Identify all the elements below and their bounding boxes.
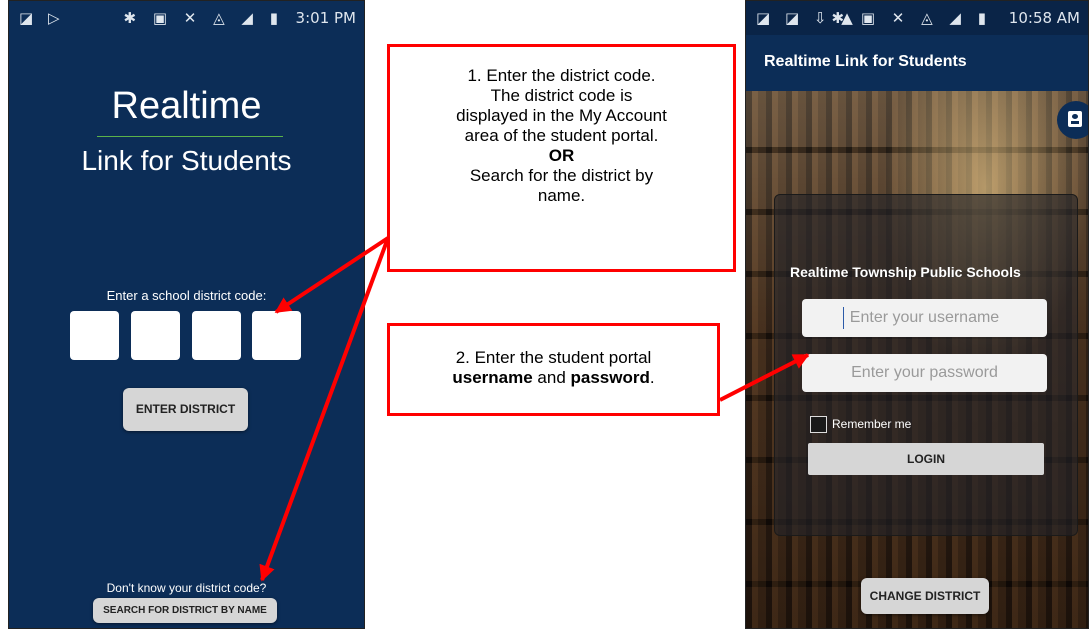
callout2-username: username [452, 368, 533, 387]
login-screen: ◪ ◪ ⇩ ▲ ✱ ▣ ✕ ◬ ◢ ▮ 10:58 AM Realtime Li… [745, 0, 1089, 629]
status-time: 3:01 PM [295, 9, 356, 27]
callout1-or: OR [548, 146, 575, 165]
callout1-line1: 1. Enter the district code. [467, 66, 656, 85]
system-status-icons: ✱ ▣ ✕ ◬ ◢ ▮ [123, 9, 284, 27]
callout1-line5: Search for the district by [469, 166, 654, 185]
district-code-digit-4[interactable] [252, 311, 301, 360]
remember-me-label: Remember me [832, 417, 912, 431]
dont-know-code-label: Don't know your district code? [106, 581, 267, 595]
callout1-line6: name. [537, 186, 586, 205]
district-code-label: Enter a school district code: [106, 288, 267, 303]
callout1-line4: area of the student portal. [464, 126, 659, 145]
district-code-digit-3[interactable] [192, 311, 241, 360]
district-code-digit-1[interactable] [70, 311, 119, 360]
account-icon [1068, 111, 1082, 127]
brand-title: Realtime [111, 85, 262, 127]
callout1-line2: The district code is [490, 86, 633, 105]
status-time: 10:58 AM [1008, 9, 1080, 27]
brand-divider [97, 136, 283, 137]
password-input[interactable] [802, 354, 1047, 392]
callout2-line1: 2. Enter the student portal [455, 348, 652, 367]
account-button[interactable] [1057, 101, 1088, 139]
district-code-digit-2[interactable] [131, 311, 180, 360]
remember-me-checkbox[interactable] [810, 416, 827, 433]
search-district-by-name-button[interactable]: SEARCH FOR DISTRICT BY NAME [93, 598, 277, 623]
district-name: Realtime Township Public Schools [790, 264, 1021, 280]
text-cursor [843, 307, 844, 329]
callout2-and: and [532, 368, 571, 387]
callout2-password: password [570, 368, 650, 387]
callout2-period: . [649, 368, 655, 387]
system-status-icons: ✱ ▣ ✕ ◬ ◢ ▮ [831, 9, 992, 27]
callout2-line2: username and password. [390, 368, 717, 388]
callout1-line3: displayed in the My Account [456, 106, 667, 125]
instruction-callout-1: 1. Enter the district code. The district… [387, 44, 736, 272]
change-district-button[interactable]: CHANGE DISTRICT [861, 578, 989, 614]
app-bar: Realtime Link for Students [746, 35, 1088, 91]
username-input[interactable] [802, 299, 1047, 337]
instruction-callout-2: 2. Enter the student portal username and… [387, 323, 720, 416]
login-button[interactable]: LOGIN [808, 443, 1044, 475]
status-bar: ◪ ▷ ✱ ▣ ✕ ◬ ◢ ▮ 3:01 PM [9, 1, 364, 35]
brand-subtitle: Link for Students [81, 145, 292, 176]
enter-district-button[interactable]: ENTER DISTRICT [123, 388, 248, 431]
notification-icons: ◪ ▷ [19, 9, 65, 27]
district-code-screen: ◪ ▷ ✱ ▣ ✕ ◬ ◢ ▮ 3:01 PM Realtime Link fo… [8, 0, 365, 629]
status-bar: ◪ ◪ ⇩ ▲ ✱ ▣ ✕ ◬ ◢ ▮ 10:58 AM [746, 1, 1088, 35]
app-title: Realtime Link for Students [764, 53, 967, 70]
